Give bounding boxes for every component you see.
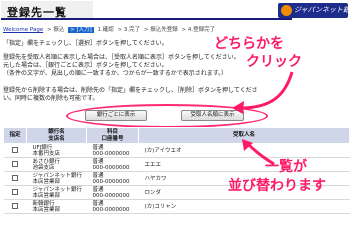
bank-cell: あさひ銀行 池袋支店 bbox=[26, 157, 87, 172]
branch-name: 本店営業部 bbox=[32, 206, 61, 213]
bank-cell: ジャパンネット銀行 本店営業部 bbox=[26, 171, 87, 186]
account-cell: 普通 000-0000000 bbox=[86, 143, 139, 158]
select-cell bbox=[3, 199, 27, 214]
select-cell bbox=[3, 143, 27, 158]
account-cell: 普通 000-0000000 bbox=[86, 157, 139, 172]
branch-name: 池袋支店 bbox=[32, 164, 55, 171]
logo-text: ジャパンネット銀行 bbox=[294, 6, 350, 14]
arrow-to-table-icon bbox=[242, 139, 275, 166]
page-title-box: 登録先一覧 bbox=[1, 1, 93, 20]
instruction-select: 「指定」欄をチェックし、［選択］ボタンを押してください。 bbox=[3, 40, 168, 47]
bank-cell: UFJ銀行 本番円支店 bbox=[26, 143, 87, 158]
branch-name: 本店営業部 bbox=[32, 178, 61, 185]
select-checkbox[interactable] bbox=[12, 160, 18, 167]
instruction-sort-3: （条件の文字が、見出しの順に一致するか、つからが一致するかで表示されます。） bbox=[3, 70, 228, 77]
breadcrumb-item: > 4.登録完了 bbox=[181, 27, 216, 33]
breadcrumb-item: 1.確認 bbox=[97, 27, 114, 33]
table-header-row: 指定 銀行名 支店名 科目 口座番号 受取人名 bbox=[3, 127, 350, 144]
bank-logo: ジャパンネット銀行 bbox=[278, 3, 350, 18]
column-header-account: 科目 口座番号 bbox=[86, 127, 139, 144]
page-header: 登録先一覧 ジャパンネット銀行 bbox=[0, 0, 350, 22]
account-number: 000-0000000 bbox=[92, 206, 130, 213]
annotation-sort-2: 並び替わります bbox=[228, 178, 326, 194]
account-cell: 普通 000-0000000 bbox=[86, 171, 139, 186]
annotation-click-2: クリック bbox=[246, 54, 302, 70]
header-rule bbox=[92, 18, 292, 20]
account-number: 000-0000000 bbox=[92, 150, 130, 157]
select-checkbox[interactable] bbox=[12, 188, 18, 195]
annotation-click-1: どちらかを bbox=[214, 36, 284, 52]
column-header-bank: 銀行名 支店名 bbox=[26, 127, 87, 144]
branch-name: 本番円支店 bbox=[32, 150, 61, 157]
table-row: 新韓銀行 本店営業部 普通 000-0000000 (カ)コリャン bbox=[3, 199, 350, 214]
account-cell: 普通 000-0000000 bbox=[86, 185, 139, 200]
bank-name: ジャパンネット銀行 bbox=[32, 186, 82, 193]
select-checkbox[interactable] bbox=[12, 202, 18, 209]
arrow-to-buttons-icon bbox=[232, 71, 294, 114]
select-cell bbox=[3, 171, 27, 186]
select-checkbox[interactable] bbox=[12, 146, 18, 153]
select-cell bbox=[3, 185, 27, 200]
column-header-select: 指定 bbox=[3, 127, 27, 144]
bank-cell: 新韓銀行 本店営業部 bbox=[26, 199, 87, 214]
breadcrumb-item: > 振込先登録 bbox=[143, 27, 178, 33]
branch-name: 本店営業部 bbox=[32, 192, 61, 199]
page-title: 登録先一覧 bbox=[7, 6, 67, 19]
recipient-cell: (カ)コリャン bbox=[138, 199, 350, 214]
table-row: UFJ銀行 本番円支店 普通 000-0000000 (カ)アイウエオ bbox=[3, 143, 350, 158]
breadcrumb-item-current: > [入力] bbox=[68, 27, 94, 33]
breadcrumb-home-link[interactable]: Welcome Page bbox=[3, 27, 43, 33]
instruction-delete-2: い。同時に複数の削除も可能です。 bbox=[3, 95, 99, 102]
sort-by-bank-button[interactable]: 銀行ごとに表示 bbox=[85, 110, 147, 121]
account-number: 000-0000000 bbox=[92, 192, 130, 199]
breadcrumb-item: > 振込 bbox=[46, 27, 65, 33]
account-number: 000-0000000 bbox=[92, 178, 130, 185]
account-number: 000-0000000 bbox=[92, 164, 130, 171]
logo-mark-icon bbox=[281, 5, 292, 16]
bank-name: ジャパンネット銀行 bbox=[32, 172, 82, 179]
select-checkbox[interactable] bbox=[12, 174, 18, 181]
bank-cell: ジャパンネット銀行 本店営業部 bbox=[26, 185, 87, 200]
account-cell: 普通 000-0000000 bbox=[86, 199, 139, 214]
breadcrumb-item: > 3.完了 bbox=[117, 27, 141, 33]
select-cell bbox=[3, 157, 27, 172]
breadcrumb: Welcome Page > 振込 > [入力] 1.確認 > 3.完了 > 振… bbox=[3, 25, 349, 35]
